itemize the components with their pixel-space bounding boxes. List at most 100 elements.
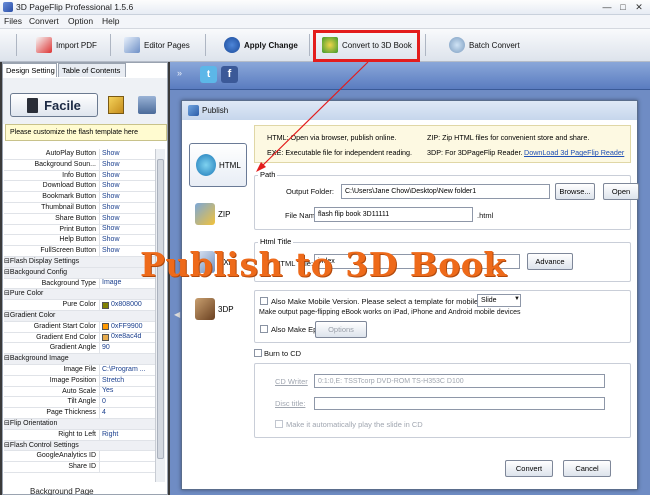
menu-convert[interactable]: Convert (29, 16, 59, 26)
edit-icon[interactable] (108, 96, 124, 114)
import-pdf-button[interactable]: Import PDF (36, 35, 97, 55)
apply-change-button[interactable]: Apply Change (224, 35, 298, 55)
property-group-row[interactable]: ⊟Flash Display Settings (4, 256, 155, 268)
property-value[interactable]: 0xe8ac4d (100, 333, 155, 343)
property-value[interactable]: Show (100, 225, 155, 235)
format-3dp[interactable]: 3DP (189, 287, 247, 331)
epub-options-button[interactable]: Options (315, 321, 367, 338)
property-group-row[interactable]: ⊟Gradient Color (4, 310, 155, 322)
menu-option[interactable]: Option (68, 16, 93, 26)
property-row[interactable]: Download Button Show (4, 181, 155, 193)
open-button[interactable]: Open (603, 183, 639, 200)
property-row[interactable]: Tilt Angle 0 (4, 397, 155, 409)
property-name: Print Button (4, 224, 100, 235)
editor-pages-button[interactable]: Editor Pages (124, 35, 190, 55)
minimize-button[interactable]: — (600, 1, 614, 13)
maximize-button[interactable]: □ (616, 1, 630, 13)
property-row[interactable]: Right to Left Right (4, 429, 155, 441)
burn-cd-checkbox[interactable] (254, 349, 262, 357)
output-folder-input[interactable]: C:\Users\Jane Chow\Desktop\New folder1 (341, 184, 550, 199)
property-value[interactable]: 0xFF9900 (100, 322, 155, 332)
overlay-title: Publish to 3D Book (140, 245, 507, 284)
property-group-row[interactable]: ⊟Flash Control Settings (4, 440, 155, 452)
property-value[interactable]: Show (100, 203, 155, 213)
property-row[interactable]: Background Type Image (4, 278, 155, 290)
facebook-icon[interactable]: f (221, 66, 238, 83)
property-name: Right to Left (4, 429, 100, 440)
disc-title-input[interactable] (314, 397, 605, 410)
property-value[interactable] (100, 451, 155, 461)
cancel-button[interactable]: Cancel (563, 460, 611, 477)
property-value[interactable]: Stretch (100, 376, 155, 386)
toolbar-separator (16, 34, 17, 56)
property-value[interactable]: 0x808000 (100, 300, 155, 310)
property-value[interactable]: Show (100, 171, 155, 181)
property-scrollbar[interactable] (155, 149, 165, 482)
close-button[interactable]: ✕ (632, 1, 646, 13)
cd-writer-select[interactable]: 0:1:0,E: TSSTcorp DVD-ROM TS-H353C D100 (314, 374, 605, 388)
property-value[interactable] (100, 462, 155, 472)
property-row[interactable]: Image Position Stretch (4, 375, 155, 387)
property-value[interactable]: Right (100, 430, 155, 440)
property-row[interactable]: Thumbnail Button Show (4, 202, 155, 214)
property-row[interactable]: Help Button Show (4, 235, 155, 247)
property-value[interactable]: 0 (100, 397, 155, 407)
property-value[interactable]: Show (100, 160, 155, 170)
property-row[interactable]: Image File C:\Program ... (4, 364, 155, 376)
property-group-row[interactable]: ⊟Backgound Config (4, 267, 155, 279)
property-group-row[interactable]: ⊟Pure Color (4, 289, 155, 301)
property-row[interactable]: AutoPlay Button Show (4, 149, 155, 160)
property-row[interactable]: Share Button Show (4, 213, 155, 225)
cd-autoplay-checkbox[interactable] (275, 420, 283, 428)
property-value[interactable]: 90 (100, 343, 155, 353)
epub-checkbox[interactable] (260, 325, 268, 333)
property-row[interactable]: Page Thickness 4 (4, 408, 155, 419)
convert-button[interactable]: Convert (505, 460, 553, 477)
property-value[interactable]: Yes (100, 387, 155, 397)
property-row[interactable]: Background Soun... Show (4, 159, 155, 171)
property-row[interactable]: Pure Color 0x808000 (4, 300, 155, 311)
property-value[interactable]: C:\Program ... (100, 365, 155, 375)
property-value-text: Show (102, 182, 120, 190)
property-group-row[interactable]: ⊟Background Image (4, 354, 155, 365)
batch-convert-button[interactable]: Batch Convert (449, 35, 520, 55)
property-row[interactable]: Info Button Show (4, 170, 155, 182)
property-value[interactable]: Show (100, 181, 155, 191)
menu-help[interactable]: Help (102, 16, 119, 26)
tab-table-of-contents[interactable]: Table of Contents (58, 63, 126, 77)
property-row[interactable]: GoogleAnalytics ID (4, 451, 155, 463)
info-zip: ZIP: Zip HTML files for convenient store… (427, 133, 590, 142)
property-value[interactable]: Show (100, 214, 155, 224)
expand-icon[interactable]: » (177, 68, 182, 78)
format-html[interactable]: HTML (189, 143, 247, 187)
collapse-arrow-icon[interactable]: ◀ (174, 310, 180, 319)
property-name: Gradient Angle (4, 343, 100, 354)
format-zip[interactable]: ZIP (189, 192, 247, 236)
property-row[interactable]: Print Button Show (4, 224, 155, 236)
property-row[interactable]: FullScreen Button Show (4, 246, 155, 257)
twitter-icon[interactable]: t (200, 66, 217, 83)
file-name-input[interactable]: flash flip book 3D11111 (314, 207, 473, 222)
advance-button[interactable]: Advance (527, 253, 573, 270)
tab-design-setting[interactable]: Design Setting (2, 63, 57, 77)
property-row[interactable]: Gradient End Color 0xe8ac4d (4, 332, 155, 344)
property-value[interactable]: Show (100, 192, 155, 202)
property-name: Background Type (4, 278, 100, 289)
scroll-thumb[interactable] (157, 159, 164, 459)
facile-template-button[interactable]: Facile (10, 93, 98, 117)
property-row[interactable]: Gradient Start Color 0xFF9900 (4, 321, 155, 333)
property-row[interactable]: Auto Scale Yes (4, 386, 155, 398)
browse-button[interactable]: Browse... (555, 183, 595, 200)
save-template-icon[interactable] (138, 96, 156, 114)
property-group-row[interactable]: ⊟Flip Orientation (4, 418, 155, 430)
property-value[interactable]: Show (100, 235, 155, 245)
download-reader-link[interactable]: DownLoad 3d PageFlip Reader (524, 148, 624, 157)
property-row[interactable]: Gradient Angle 90 (4, 343, 155, 355)
property-value-text: Show (102, 214, 120, 222)
menu-files[interactable]: Files (4, 16, 22, 26)
property-row[interactable]: Share ID (4, 462, 155, 473)
property-value[interactable]: Show (100, 149, 155, 159)
property-row[interactable]: Bookmark Button Show (4, 192, 155, 203)
mobile-checkbox[interactable] (260, 297, 268, 305)
property-value[interactable]: 4 (100, 408, 155, 418)
